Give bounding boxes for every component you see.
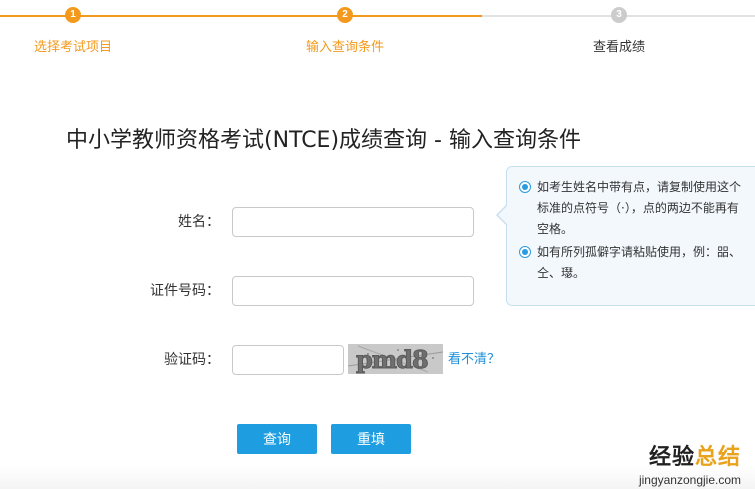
page-title: 中小学教师资格考试(NTCE)成绩查询 - 输入查询条件 [66, 128, 581, 153]
watermark-url: jingyanzongjie.com [638, 473, 741, 487]
watermark-highlight-text: 总结 [694, 445, 741, 470]
captcha-input[interactable] [232, 345, 344, 375]
step-3-label: 查看成绩 [592, 40, 645, 55]
hint-text-1: 如考生姓名中带有点，请复制使用这个标准的点符号（·），点的两边不能再有空格。 [537, 180, 742, 236]
captcha-refresh-link[interactable]: 看不清？ [448, 345, 500, 375]
radio-bullet-icon [519, 246, 531, 258]
hint-box: 如考生姓名中带有点，请复制使用这个标准的点符号（·），点的两边不能再有空格。 如… [496, 166, 755, 306]
watermark: 经验总结 jingyanzongjie.com [639, 439, 741, 487]
captcha-text: pmd8 [356, 345, 430, 375]
hint-item: 如考生姓名中带有点，请复制使用这个标准的点符号（·），点的两边不能再有空格。 [519, 177, 748, 240]
reset-button[interactable]: 重填 [331, 424, 411, 454]
captcha-image[interactable]: pmd8 [348, 344, 443, 374]
step-1-label: 选择考试项目 [33, 40, 112, 55]
captcha-row: 验证码： pmd8 看不清？ [0, 344, 755, 375]
step-2-number: 2 [337, 7, 353, 23]
id-number-label: 证件号码： [150, 283, 220, 299]
step-3-number: 3 [611, 7, 627, 23]
step-3: 3 查看成绩 [539, 7, 699, 55]
id-number-input[interactable] [232, 276, 474, 306]
captcha-label: 验证码： [164, 352, 220, 368]
name-label: 姓名： [178, 214, 220, 230]
watermark-logo: 经验总结 [639, 439, 741, 471]
progress-steps: 1 选择考试项目 2 输入查询条件 3 查看成绩 [0, 0, 755, 60]
step-1: 1 选择考试项目 [0, 7, 153, 55]
query-button[interactable]: 查询 [237, 424, 317, 454]
step-1-number: 1 [65, 7, 81, 23]
step-2-label: 输入查询条件 [305, 40, 384, 55]
radio-bullet-icon [519, 181, 531, 193]
name-input[interactable] [232, 207, 474, 237]
hint-item: 如有所列孤僻字请粘贴使用，例：㗊、仝、璱。 [519, 242, 748, 284]
step-2: 2 输入查询条件 [265, 7, 425, 55]
hint-text-2: 如有所列孤僻字请粘贴使用，例：㗊、仝、璱。 [537, 245, 742, 280]
hint-pointer-fill [498, 205, 508, 225]
watermark-main-text: 经验 [648, 445, 695, 470]
